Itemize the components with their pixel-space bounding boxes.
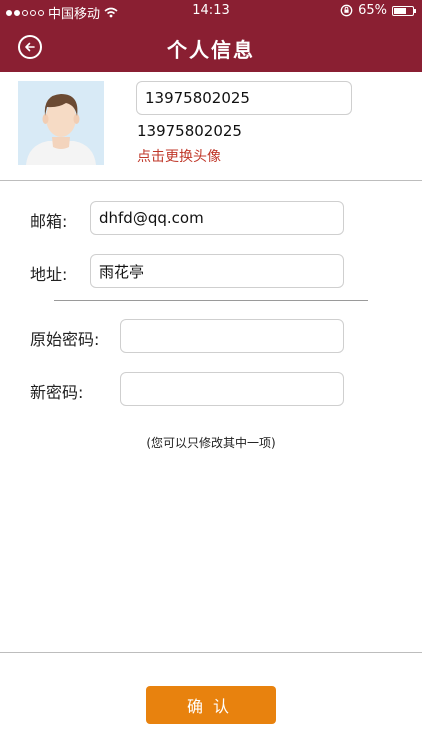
address-label: 地址: — [30, 265, 68, 284]
battery-percent: 65% — [358, 3, 387, 18]
divider — [0, 652, 422, 653]
phone-number-text: 13975802025 — [137, 122, 242, 140]
old-password-field[interactable] — [120, 319, 344, 353]
battery-icon — [392, 5, 416, 16]
old-password-label: 原始密码: — [30, 330, 100, 349]
status-bar: 中国移动 14:13 65% — [0, 0, 422, 22]
divider — [54, 300, 368, 301]
new-password-label: 新密码: — [30, 383, 84, 402]
confirm-button[interactable]: 确认 — [146, 686, 276, 724]
address-field[interactable] — [90, 254, 344, 288]
email-label: 邮箱: — [30, 212, 68, 231]
phone-input[interactable] — [136, 81, 352, 115]
person-avatar-icon — [18, 81, 104, 165]
profile-section: 13975802025 点击更换头像 — [0, 72, 422, 180]
avatar[interactable] — [18, 81, 104, 165]
page-title: 个人信息 — [167, 38, 255, 62]
email-field[interactable] — [90, 201, 344, 235]
new-password-field[interactable] — [120, 372, 344, 406]
hint-text: (您可以只修改其中一项) — [146, 436, 276, 450]
nav-bar: 个人信息 — [0, 22, 422, 72]
orientation-lock-icon — [340, 4, 353, 17]
divider — [0, 180, 422, 181]
change-avatar-link[interactable]: 点击更换头像 — [137, 146, 221, 166]
